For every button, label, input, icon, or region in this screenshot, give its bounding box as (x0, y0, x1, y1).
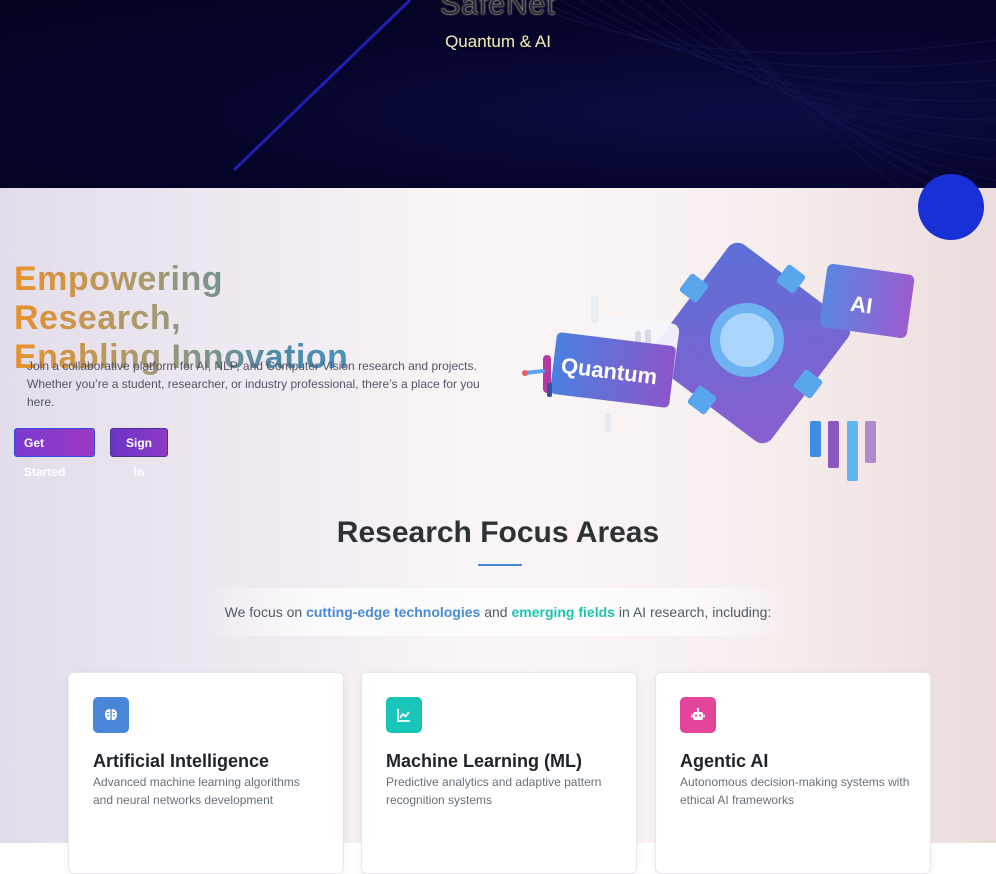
hero-section: Empowering Research, Enabling Innovation… (0, 188, 996, 874)
focus-highlight-fields: emerging fields (511, 604, 615, 620)
brand-title: SafeNet (440, 0, 556, 21)
floating-action-button[interactable] (918, 174, 984, 240)
section-title: Research Focus Areas (336, 516, 660, 549)
get-started-button[interactable]: Get Started (14, 428, 95, 479)
card-description: Autonomous decision-making systems with … (680, 775, 910, 807)
card-title: Machine Learning (ML) (386, 751, 583, 771)
header-banner: SafeNet Quantum & AI (0, 0, 996, 188)
focus-intro: We focus on cutting-edge technologies an… (0, 604, 996, 620)
brain-icon (93, 697, 129, 733)
ai-label: AI (849, 291, 874, 319)
focus-intro-text-start: We focus on (224, 604, 307, 620)
card-title: Artificial Intelligence (93, 751, 270, 771)
quantum-ai-illustration: Quantum AI (522, 242, 915, 481)
bar-graph-shape (810, 421, 876, 481)
card-description: Predictive analytics and adaptive patter… (386, 775, 602, 807)
card-description: Advanced machine learning algorithms and… (93, 775, 300, 807)
title-underline (478, 564, 522, 566)
ai-card: AI (819, 263, 915, 339)
banner-wave-lines (232, 0, 996, 188)
focus-highlight-technologies: cutting-edge technologies (306, 604, 481, 620)
brand-subtitle: Quantum & AI (445, 32, 551, 51)
focus-card-agentic[interactable]: Agentic AI Autonomous decision-making sy… (655, 672, 931, 874)
focus-card-ml[interactable]: Machine Learning (ML) Predictive analyti… (361, 672, 637, 874)
card-title: Agentic AI (680, 751, 769, 771)
banner-light-streak (232, 0, 412, 172)
focus-intro-text-end: in AI research, including: (614, 604, 772, 620)
hero-title-line1: Empowering Research, (14, 260, 224, 337)
sign-in-button[interactable]: Sign In (110, 428, 168, 479)
focus-card-ai[interactable]: Artificial Intelligence Advanced machine… (68, 672, 344, 874)
robot-icon (680, 697, 716, 733)
focus-intro-text-middle: and (480, 604, 512, 620)
hero-description: Join a collaborative platform for AI, NL… (27, 359, 480, 409)
chart-line-icon (386, 697, 422, 733)
